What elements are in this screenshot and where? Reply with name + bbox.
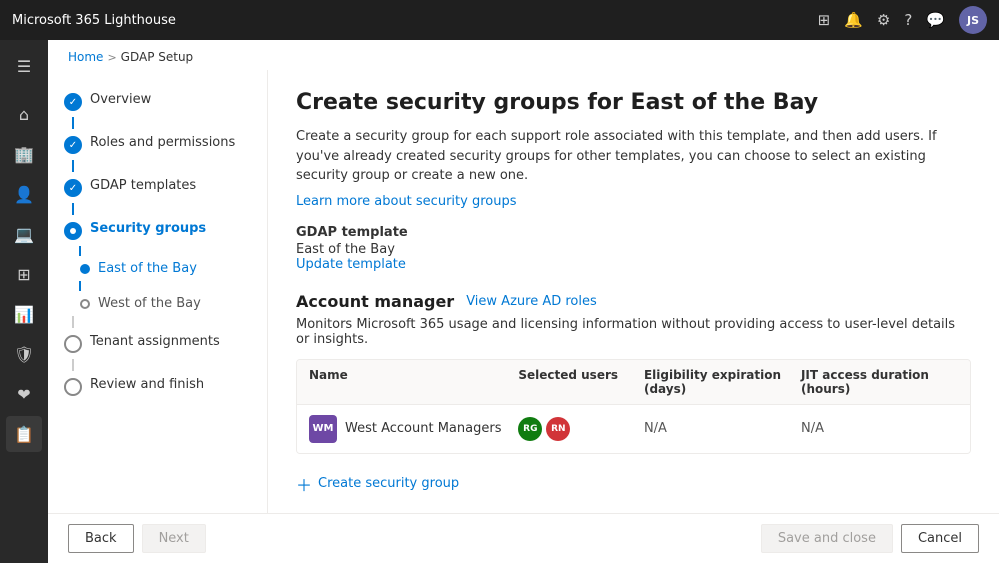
footer-left: Back Next [68,524,206,553]
step-security-groups-indicator [64,222,82,240]
users-icon[interactable]: 👤 [6,176,42,212]
save-close-button[interactable]: Save and close [761,524,893,553]
reports-icon[interactable]: 📊 [6,296,42,332]
step-overview[interactable]: ✓ Overview [48,86,267,117]
eligibility-value: N/A [644,421,801,436]
sub-step-line-west [72,281,267,291]
table-header: Name Selected users Eligibility expirati… [297,360,970,405]
page-title: Create security groups for East of the B… [296,90,971,115]
step-review-indicator [64,378,82,396]
breadcrumb-separator: > [107,51,116,64]
breadcrumb-current: GDAP Setup [121,50,194,64]
step-tenant-label: Tenant assignments [90,334,220,349]
step-line-gray-1 [72,316,74,328]
sub-step-line-east [72,246,267,256]
col-name: Name [309,368,518,396]
topbar-title: Microsoft 365 Lighthouse [12,13,176,28]
main-layout: ☰ ⌂ 🏢 👤 💻 ⊞ 📊 🛡 ❤ 📋 Home > GDAP Setup ✓ … [0,40,999,563]
grid-icon[interactable]: ⊞ [818,11,831,29]
account-manager-table: Name Selected users Eligibility expirati… [296,359,971,454]
step-roles-label: Roles and permissions [90,135,235,150]
breadcrumb-home[interactable]: Home [68,50,103,64]
step-gdap[interactable]: ✓ GDAP templates [48,172,267,203]
topbar: Microsoft 365 Lighthouse ⊞ 🔔 ⚙ ? 💬 JS [0,0,999,40]
next-button[interactable]: Next [142,524,206,553]
steps-panel: ✓ Overview ✓ Roles and permissions ✓ GDA… [48,70,268,513]
devices-icon[interactable]: 💻 [6,216,42,252]
inner-layout: ✓ Overview ✓ Roles and permissions ✓ GDA… [48,70,999,513]
account-manager-title: Account manager [296,292,454,311]
footer-right: Save and close Cancel [761,524,979,553]
user-avatar-rn: RN [546,417,570,441]
sub-step-west-label: West of the Bay [98,296,201,311]
avatar[interactable]: JS [959,6,987,34]
step-gdap-indicator: ✓ [64,179,82,197]
sub-step-west[interactable]: West of the Bay [48,291,267,316]
account-manager-header: Account manager View Azure AD roles [296,292,971,311]
step-overview-indicator: ✓ [64,93,82,111]
feedback-icon[interactable]: 💬 [926,11,945,29]
jit-value: N/A [801,421,958,436]
user-avatar-rg: RG [518,417,542,441]
home-icon[interactable]: ⌂ [6,96,42,132]
hamburger-icon[interactable]: ☰ [6,48,42,84]
step-security-groups-label: Security groups [90,221,206,236]
question-icon[interactable]: ? [904,11,912,29]
step-line-gray-2 [72,359,74,371]
col-jit: JIT access duration (hours) [801,368,958,396]
back-button[interactable]: Back [68,524,134,553]
gdap-template-label: GDAP template [296,225,971,240]
user-avatars: RG RN [518,417,644,441]
sub-step-east-label: East of the Bay [98,261,197,276]
page-content: Create security groups for East of the B… [268,70,999,513]
update-template-link[interactable]: Update template [296,257,406,272]
page-description: Create a security group for each support… [296,127,971,186]
step-line-2 [72,160,74,172]
settings-icon[interactable]: 📋 [6,416,42,452]
learn-more-link[interactable]: Learn more about security groups [296,194,516,209]
group-avatar: WM [309,415,337,443]
add-icon: ＋ [296,472,312,496]
step-gdap-label: GDAP templates [90,178,196,193]
step-roles-indicator: ✓ [64,136,82,154]
step-overview-label: Overview [90,92,151,107]
step-security-groups[interactable]: Security groups [48,215,267,246]
sub-step-east-dot [80,264,90,274]
account-manager-desc: Monitors Microsoft 365 usage and licensi… [296,317,971,347]
account-manager-view-link[interactable]: View Azure AD roles [466,294,597,309]
group-name: West Account Managers [345,421,501,436]
col-users: Selected users [518,368,644,396]
step-review-label: Review and finish [90,377,204,392]
bell-icon[interactable]: 🔔 [844,11,863,29]
gear-icon[interactable]: ⚙ [877,11,890,29]
table-row: WM West Account Managers RG RN N/A N/A [297,405,970,453]
content-area: Home > GDAP Setup ✓ Overview ✓ Roles and… [48,40,999,563]
step-tenant[interactable]: Tenant assignments [48,328,267,359]
cancel-button[interactable]: Cancel [901,524,979,553]
tenants-icon[interactable]: 🏢 [6,136,42,172]
gdap-template-section: GDAP template East of the Bay Update tem… [296,225,971,272]
sub-step-west-dot [80,299,90,309]
gdap-template-value: East of the Bay [296,242,971,257]
step-line-3 [72,203,74,215]
security-icon[interactable]: 🛡 [6,336,42,372]
step-roles[interactable]: ✓ Roles and permissions [48,129,267,160]
topbar-icons: ⊞ 🔔 ⚙ ? 💬 JS [818,6,987,34]
add-security-group-label: Create security group [318,476,459,491]
step-tenant-indicator [64,335,82,353]
group-name-cell: WM West Account Managers [309,415,518,443]
sub-step-east[interactable]: East of the Bay [48,256,267,281]
footer: Back Next Save and close Cancel [48,513,999,563]
topbar-left: Microsoft 365 Lighthouse [12,13,176,28]
breadcrumb: Home > GDAP Setup [48,40,999,70]
compliance-icon[interactable]: ❤ [6,376,42,412]
step-review[interactable]: Review and finish [48,371,267,402]
add-security-group-button[interactable]: ＋ Create security group [296,466,971,502]
step-line-1 [72,117,74,129]
col-eligibility: Eligibility expiration (days) [644,368,801,396]
apps-icon[interactable]: ⊞ [6,256,42,292]
icon-nav: ☰ ⌂ 🏢 👤 💻 ⊞ 📊 🛡 ❤ 📋 [0,40,48,563]
